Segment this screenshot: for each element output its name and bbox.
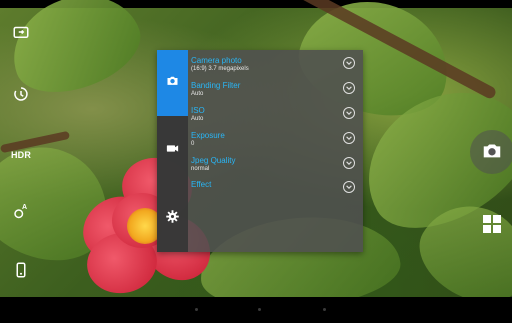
tab-video[interactable] — [157, 118, 188, 184]
timer-button[interactable] — [8, 82, 34, 108]
setting-value: Auto — [191, 116, 204, 122]
shutter-button[interactable] — [470, 130, 512, 174]
chevron-down-icon[interactable] — [343, 132, 355, 144]
setting-effect[interactable]: Effect — [188, 176, 363, 200]
flash-mode-button[interactable] — [8, 258, 34, 284]
white-balance-button[interactable]: A — [8, 200, 34, 226]
chevron-down-icon[interactable] — [343, 157, 355, 169]
tab-preferences[interactable] — [157, 186, 188, 252]
recents-nav-icon[interactable] — [323, 308, 326, 311]
setting-title: Jpeg Quality — [191, 156, 236, 165]
video-camera-icon — [165, 141, 180, 161]
setting-title: ISO — [191, 106, 205, 115]
timer-icon — [12, 85, 30, 106]
setting-iso[interactable]: ISO Auto — [188, 102, 363, 126]
setting-banding-filter[interactable]: Banding Filter Auto — [188, 77, 363, 101]
setting-camera-photo[interactable]: Camera photo (16:9) 3.7 megapixels — [188, 52, 363, 76]
camera-icon — [481, 139, 503, 166]
gallery-button[interactable] — [483, 215, 501, 233]
phone-orientation-icon — [12, 261, 30, 282]
setting-title: Exposure — [191, 131, 225, 140]
settings-tab-strip — [157, 50, 188, 252]
chevron-down-icon[interactable] — [343, 82, 355, 94]
tab-photo[interactable] — [157, 50, 188, 116]
setting-title: Camera photo — [191, 56, 242, 65]
hdr-label: HDR — [10, 150, 32, 160]
setting-jpeg-quality[interactable]: Jpeg Quality normal — [188, 152, 363, 176]
chevron-down-icon[interactable] — [343, 107, 355, 119]
setting-value: (16:9) 3.7 megapixels — [191, 66, 249, 72]
setting-title: Effect — [191, 180, 212, 189]
navigation-bar — [0, 297, 512, 323]
setting-value: normal — [191, 166, 210, 172]
settings-panel: Camera photo (16:9) 3.7 megapixels Bandi… — [157, 50, 363, 252]
setting-exposure[interactable]: Exposure 0 — [188, 127, 363, 151]
grid-icon — [483, 215, 501, 237]
switch-camera-icon — [12, 23, 30, 44]
camera-icon — [165, 73, 180, 93]
white-balance-label: A — [22, 204, 28, 211]
setting-value: Auto — [191, 91, 204, 97]
setting-value: 0 — [191, 141, 195, 147]
back-nav-icon[interactable] — [195, 308, 198, 311]
chevron-down-icon[interactable] — [343, 57, 355, 69]
gear-icon — [165, 209, 180, 229]
switch-camera-button[interactable] — [8, 20, 34, 46]
chevron-down-icon[interactable] — [343, 181, 355, 193]
hdr-button[interactable]: HDR — [8, 142, 34, 168]
settings-list: Camera photo (16:9) 3.7 megapixels Bandi… — [188, 50, 363, 252]
white-balance-icon: A — [12, 204, 30, 222]
home-nav-icon[interactable] — [258, 308, 261, 311]
setting-title: Banding Filter — [191, 81, 241, 90]
